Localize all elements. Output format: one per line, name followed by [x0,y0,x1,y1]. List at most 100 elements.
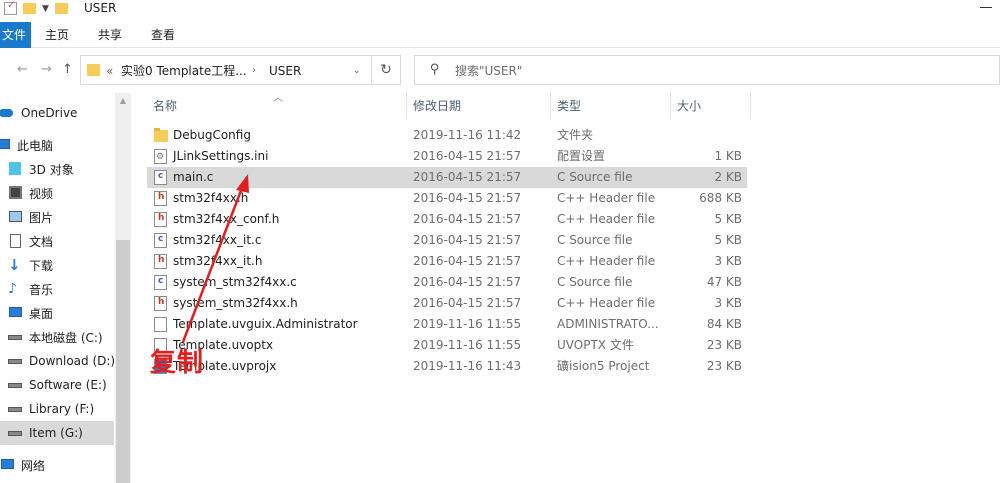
nav-item-drive-d[interactable]: Download (D:) [0,349,116,373]
search-box[interactable]: ⚲ 搜索"USER" [414,55,1000,85]
address-bar[interactable]: « 实验0 Template工程... › USER ⌄ [80,55,372,85]
nav-item-label: 桌面 [29,306,54,321]
back-arrow-icon[interactable]: ← [17,62,28,78]
column-header-size[interactable]: 大小 [677,93,701,119]
nav-item-documents[interactable]: 文档 [0,229,114,253]
drive-icon [8,425,24,441]
file-size: 3 KB [714,296,742,310]
file-row[interactable]: stm32f4xx.h 2016-04-15 21:57 C++ Header … [147,187,747,209]
tab-home[interactable]: 主页 [45,22,69,48]
chevron-down-icon[interactable]: ⌄ [353,63,361,79]
nav-item-videos[interactable]: 视频 [0,181,114,205]
file-size: 5 KB [714,233,742,247]
file-type: C++ Header file [557,212,656,226]
file-date: 2016-04-15 21:57 [413,254,522,268]
file-type: ADMINISTRATO... [557,317,659,331]
network-icon [0,457,16,473]
file-row[interactable]: DebugConfig 2019-11-16 11:42 文件夹 [147,125,747,146]
file-name: Template.uvguix.Administrator [173,317,358,331]
nav-item-label: Download (D:) [29,354,116,368]
new-folder-icon[interactable] [23,3,36,14]
file-type: C++ Header file [557,191,656,205]
file-name: JLinkSettings.ini [173,149,269,163]
refresh-button[interactable]: ↻ [372,55,401,85]
minimize-button[interactable] [980,7,992,8]
nav-item-drive-g[interactable]: Item (G:) [0,421,114,445]
file-name: DebugConfig [173,128,251,142]
column-divider[interactable] [670,93,671,119]
search-icon: ⚲ [430,62,440,77]
column-divider[interactable] [750,93,751,119]
column-header-type[interactable]: 类型 [557,93,581,119]
nav-item-desktop[interactable]: 桌面 [0,301,114,325]
file-row[interactable]: stm32f4xx_it.c 2016-04-15 21:57 C Source… [147,229,747,251]
file-row[interactable]: stm32f4xx_it.h 2016-04-15 21:57 C++ Head… [147,250,747,272]
breadcrumb-current[interactable]: USER [269,63,301,79]
file-size: 5 KB [714,212,742,226]
file-name: stm32f4xx.h [173,191,249,205]
nav-item-downloads[interactable]: ↓ 下载 [0,253,114,277]
drive-icon [8,353,24,369]
nav-item-label: OneDrive [21,106,78,120]
nav-item-label: 文档 [29,234,54,249]
file-row[interactable]: system_stm32f4xx.h 2016-04-15 21:57 C++ … [147,292,747,314]
breadcrumb-overflow[interactable]: « [106,63,113,79]
up-arrow-icon[interactable]: ↑ [62,62,73,78]
forward-arrow-icon[interactable]: → [41,62,52,78]
file-name: stm32f4xx_it.h [173,254,263,268]
nav-item-pictures[interactable]: 图片 [0,205,114,229]
column-header-date[interactable]: 修改日期 [413,93,461,119]
nav-item-label: Item (G:) [29,426,83,440]
nav-item-3d-objects[interactable]: 3D 对象 [0,157,114,181]
file-type: C++ Header file [557,254,656,268]
nav-item-music[interactable]: ♪ 音乐 [0,277,114,301]
nav-item-drive-c[interactable]: 本地磁盘 (C:) [0,325,114,349]
nav-item-this-pc[interactable]: 此电脑 [0,133,114,157]
column-header-name[interactable]: 名称 [153,93,177,119]
folder-icon [154,128,168,142]
breadcrumb-separator-icon[interactable]: › [252,63,256,79]
tab-share[interactable]: 共享 [98,22,122,48]
file-row[interactable]: main.c 2016-04-15 21:57 C Source file 2 … [147,166,747,188]
scroll-up-icon[interactable]: ▲ [115,93,131,109]
nav-item-network[interactable]: 网络 [0,453,114,477]
column-divider[interactable] [550,93,551,119]
file-type: C Source file [557,170,633,184]
file-type: 礦ision5 Project [557,359,650,373]
download-icon: ↓ [8,256,21,274]
tab-file[interactable]: 文件 [0,22,31,48]
tab-view[interactable]: 查看 [151,22,175,48]
chevron-down-icon[interactable]: ▼ [42,4,49,14]
column-divider[interactable] [406,93,407,119]
file-size: 47 KB [706,275,742,289]
file-type: 文件夹 [557,128,594,142]
file-row[interactable]: stm32f4xx_conf.h 2016-04-15 21:57 C++ He… [147,208,747,230]
drive-icon [8,401,24,417]
file-row[interactable]: Template.uvguix.Administrator 2019-11-16… [147,314,747,335]
nav-item-onedrive[interactable]: OneDrive [0,101,114,125]
file-row[interactable]: JLinkSettings.ini 2016-04-15 21:57 配置设置 … [147,146,747,168]
nav-scrollbar-thumb[interactable] [116,240,130,483]
refresh-icon: ↻ [380,62,392,78]
file-date: 2016-04-15 21:57 [413,212,522,226]
header-file-icon [154,250,167,271]
properties-icon[interactable]: ✓ [4,0,17,15]
file-row[interactable]: Template.uvprojx 2019-11-16 11:43 礦ision… [147,356,747,377]
cloud-icon [0,105,16,121]
search-input[interactable]: 搜索"USER" [455,63,522,79]
file-date: 2019-11-16 11:55 [413,317,522,331]
file-row[interactable]: system_stm32f4xx.c 2016-04-15 21:57 C So… [147,271,747,293]
file-row[interactable]: Template.uvoptx 2019-11-16 11:55 UVOPTX … [147,335,747,356]
nav-item-label: 本地磁盘 (C:) [29,330,103,345]
c-source-file-icon [154,229,167,250]
nav-item-drive-f[interactable]: Library (F:) [0,397,114,421]
settings-file-icon [154,147,167,168]
picture-icon [8,209,24,225]
file-date: 2016-04-15 21:57 [413,275,522,289]
address-row: ← → ↑ « 实验0 Template工程... › USER ⌄ ↻ ⚲ 搜… [0,55,1000,85]
breadcrumb-parent[interactable]: 实验0 Template工程... [121,63,247,79]
nav-item-drive-e[interactable]: Software (E:) [0,373,114,397]
file-name: stm32f4xx_conf.h [173,212,280,226]
nav-item-label: Software (E:) [29,378,107,392]
c-source-file-icon [154,271,167,292]
